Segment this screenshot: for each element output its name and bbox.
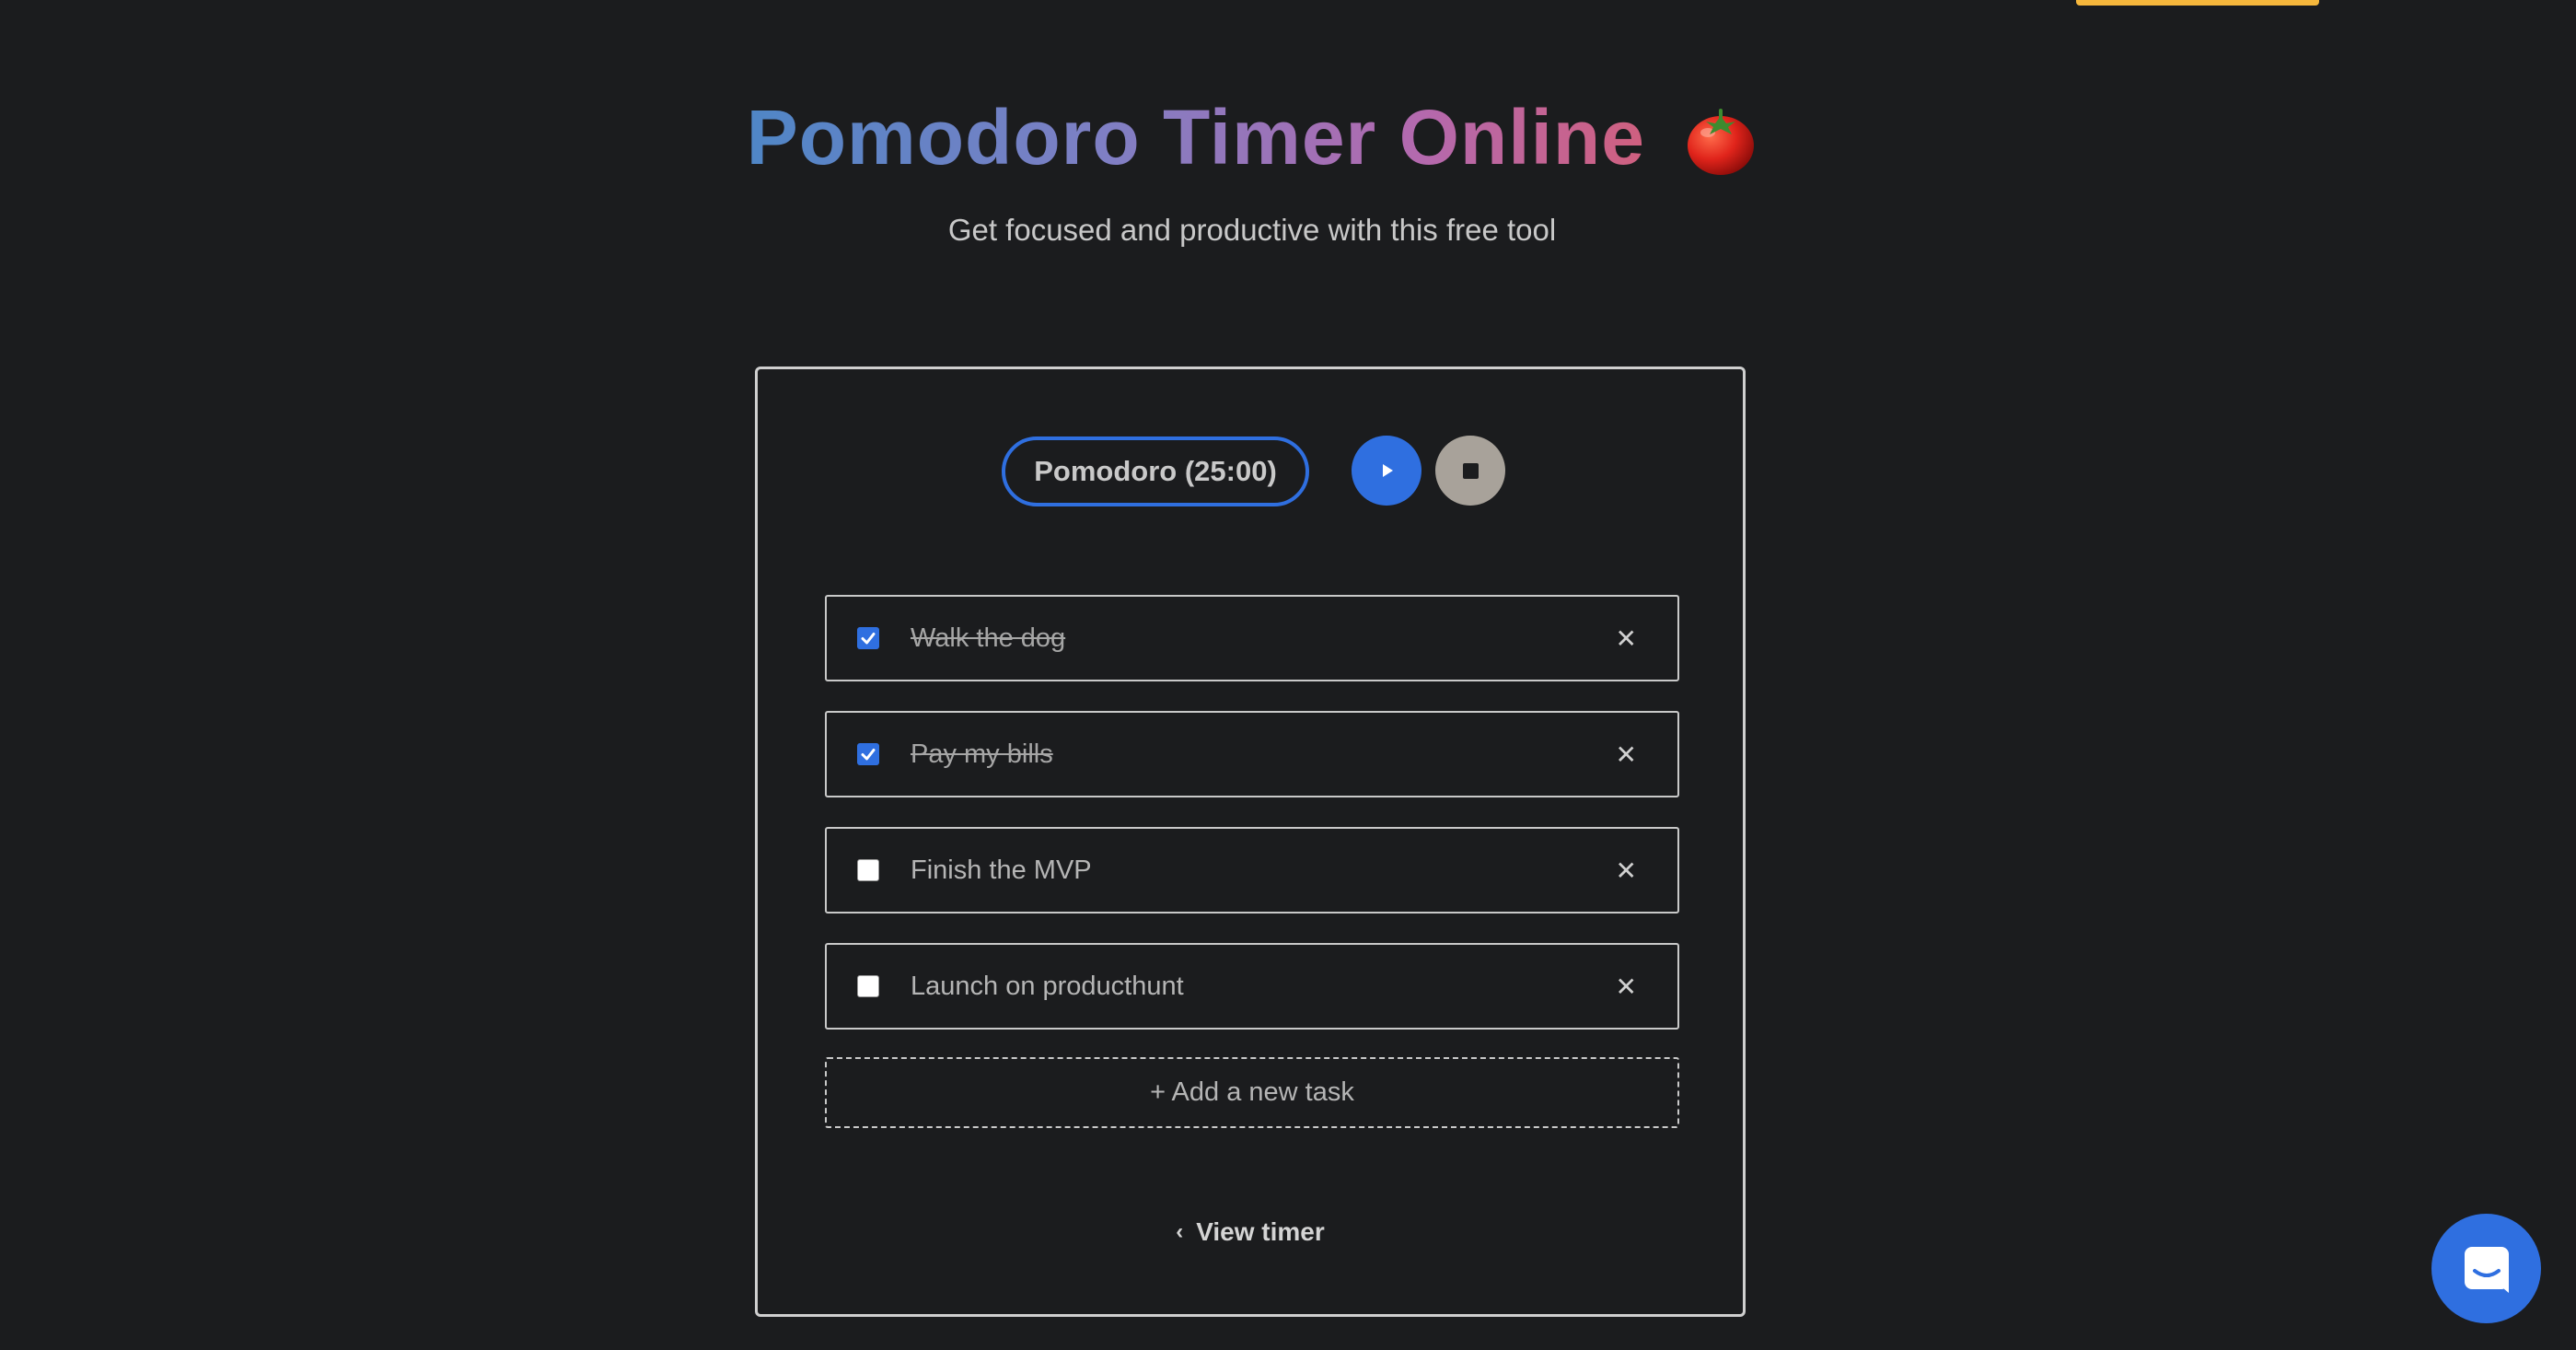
task-panel: Pomodoro (25:00) Walk the dog ✕ Pay my b… — [755, 367, 1746, 1317]
check-icon — [861, 749, 876, 761]
page: Pomodoro Timer Online Get focused and pr… — [0, 0, 2576, 1350]
task-item: Pay my bills ✕ — [825, 711, 1679, 797]
stop-button[interactable] — [1435, 436, 1505, 506]
task-checkbox[interactable] — [857, 743, 879, 765]
task-label[interactable]: Finish the MVP — [911, 829, 1092, 912]
task-label[interactable]: Pay my bills — [911, 713, 1053, 796]
page-title-text: Pomodoro Timer Online — [746, 94, 1645, 180]
page-subtitle: Get focused and productive with this fre… — [947, 213, 1557, 247]
add-task-button[interactable]: + Add a new task — [825, 1057, 1679, 1128]
task-item: Launch on producthunt ✕ — [825, 943, 1679, 1030]
check-icon — [861, 633, 876, 645]
close-icon[interactable]: ✕ — [1616, 945, 1637, 1028]
close-icon[interactable]: ✕ — [1616, 829, 1637, 912]
chat-button[interactable] — [2431, 1214, 2541, 1323]
chevron-left-icon: ‹ — [1176, 1219, 1184, 1244]
task-list: Walk the dog ✕ Pay my bills ✕ Finish the… — [825, 595, 1679, 1128]
close-icon[interactable]: ✕ — [1616, 597, 1637, 680]
chat-icon — [2464, 1246, 2509, 1293]
task-item: Finish the MVP ✕ — [825, 827, 1679, 914]
view-timer-link[interactable]: ‹ View timer — [758, 1217, 1743, 1247]
task-label[interactable]: Walk the dog — [911, 597, 1065, 680]
view-timer-label: View timer — [1196, 1217, 1325, 1246]
page-title: Pomodoro Timer Online — [0, 87, 2504, 200]
play-button[interactable] — [1352, 436, 1421, 506]
close-icon[interactable]: ✕ — [1616, 713, 1637, 796]
task-item: Walk the dog ✕ — [825, 595, 1679, 681]
stop-icon — [1462, 462, 1479, 479]
task-checkbox[interactable] — [857, 859, 879, 881]
play-icon — [1383, 464, 1393, 477]
task-checkbox[interactable] — [857, 975, 879, 997]
top-accent-bar[interactable] — [2076, 0, 2319, 6]
timer-mode-button[interactable]: Pomodoro (25:00) — [1002, 436, 1309, 506]
task-checkbox[interactable] — [857, 627, 879, 649]
tomato-icon — [1684, 100, 1758, 200]
task-label[interactable]: Launch on producthunt — [911, 945, 1184, 1028]
